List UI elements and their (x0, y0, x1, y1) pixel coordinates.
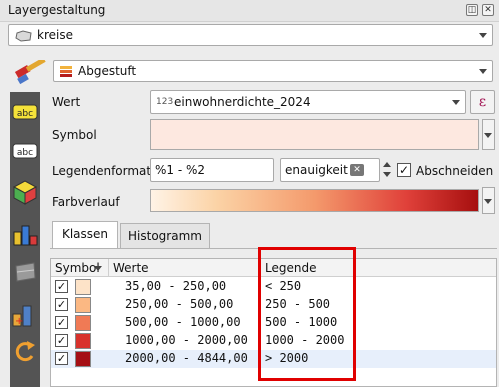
chevron-up-icon[interactable] (383, 162, 391, 167)
layer-name: kreise (37, 28, 73, 42)
row-checkbox[interactable]: ✓ (55, 352, 68, 365)
row-values: 500,00 - 1000,00 (125, 315, 241, 329)
row-checkbox[interactable]: ✓ (55, 280, 68, 293)
column-header-values[interactable]: Werte (109, 259, 261, 277)
chevron-down-icon (452, 100, 460, 105)
chevron-down-icon (479, 69, 487, 74)
renderer-combo[interactable]: Abgestuft (53, 60, 493, 82)
chevron-down-icon (479, 33, 487, 38)
symbol-button[interactable] (150, 119, 479, 150)
symbol-label: Symbol (52, 128, 97, 142)
layer-combo[interactable]: kreise (8, 24, 493, 46)
clear-icon[interactable]: ✕ (350, 164, 364, 176)
tab-histogramm[interactable]: Histogramm (120, 223, 210, 249)
expression-button[interactable]: ε (470, 90, 495, 114)
paintbrush-icon (14, 60, 46, 85)
row-color-swatch[interactable] (75, 279, 91, 295)
column-header-symbol[interactable]: Symbol (51, 259, 109, 277)
row-values: 2000,00 - 4844,00 (125, 351, 248, 365)
chevron-down-icon (484, 198, 492, 204)
value-label: Wert (52, 95, 81, 109)
float-button[interactable]: ◫ (466, 4, 478, 16)
row-color-swatch[interactable] (75, 333, 91, 349)
row-checkbox[interactable]: ✓ (55, 316, 68, 329)
legend-format-input[interactable]: %1 - %2 (150, 158, 274, 182)
precision-value: enauigkeit ( (285, 163, 357, 177)
truncate-label: Abschneiden (416, 164, 494, 178)
symbol-menu-button[interactable] (482, 119, 495, 150)
value-field-combo[interactable]: 123 einwohnerdichte_2024 (150, 90, 466, 114)
close-button[interactable]: ✕ (482, 4, 494, 16)
row-checkbox[interactable]: ✓ (55, 334, 68, 347)
sort-arrow-icon (94, 266, 102, 271)
row-color-swatch[interactable] (75, 297, 91, 313)
color-ramp-button[interactable] (150, 189, 479, 212)
fields-icon[interactable] (11, 258, 39, 286)
truncate-checkbox[interactable]: ✓ (397, 163, 411, 177)
chevron-down-icon[interactable] (383, 172, 391, 177)
row-values: 35,00 - 250,00 (125, 279, 227, 293)
highlight-box (258, 247, 356, 381)
precision-spinbox[interactable]: enauigkeit ( ✕ (280, 158, 380, 182)
row-color-swatch[interactable] (75, 351, 91, 367)
masks-icon[interactable]: abc (11, 137, 39, 165)
color-ramp-menu-button[interactable] (482, 187, 495, 214)
legend-format-label: Legendenformat (52, 164, 152, 178)
svg-text:abc: abc (17, 109, 33, 119)
svg-text:+: + (15, 316, 23, 327)
value-field-name: einwohnerdichte_2024 (174, 95, 311, 109)
row-values: 250,00 - 500,00 (125, 297, 234, 311)
labels-icon[interactable]: abc (11, 98, 39, 126)
rendering-icon[interactable]: + (11, 300, 39, 328)
chevron-down-icon (484, 132, 492, 138)
color-ramp-label: Farbverlauf (52, 195, 120, 209)
diagrams-icon[interactable] (11, 220, 39, 248)
polygon-layer-icon (15, 30, 32, 42)
precision-spin-arrows[interactable] (382, 158, 392, 182)
row-values: 1000,00 - 2000,00 (125, 333, 248, 347)
panel-title: Layergestaltung (8, 3, 106, 17)
svg-text:abc: abc (17, 148, 33, 158)
graduated-renderer-icon (60, 66, 72, 77)
column-header-label: Symbol (55, 261, 100, 275)
renderer-name: Abgestuft (78, 64, 137, 78)
row-checkbox[interactable]: ✓ (55, 298, 68, 311)
numeric-field-icon: 123 (156, 97, 174, 107)
history-icon[interactable] (11, 337, 39, 365)
3d-view-icon[interactable] (11, 178, 39, 206)
row-color-swatch[interactable] (75, 315, 91, 331)
legend-format-value: %1 - %2 (155, 163, 206, 177)
tab-klassen[interactable]: Klassen (52, 221, 118, 249)
